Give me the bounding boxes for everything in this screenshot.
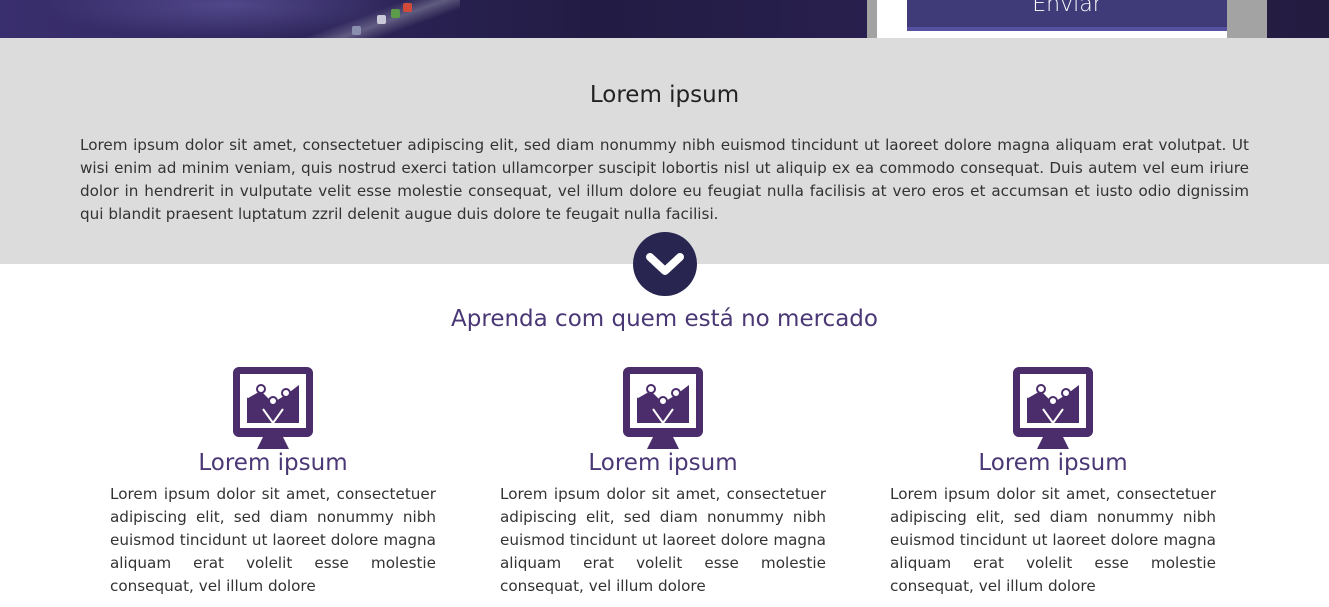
dock-icon (391, 9, 400, 18)
monitor-chart-icon (623, 367, 703, 449)
feature-title: Lorem ipsum (198, 450, 348, 476)
feature-title: Lorem ipsum (978, 450, 1128, 476)
monitor-chart-icon (233, 367, 313, 449)
chevron-down-icon (646, 253, 684, 275)
monitor-chart-icon (1013, 367, 1093, 449)
intro-section: Lorem ipsum Lorem ipsum dolor sit amet, … (0, 38, 1329, 264)
dock-icon (352, 26, 361, 35)
dock-icon (403, 3, 412, 12)
feature-text: Lorem ipsum dolor sit amet, consectetuer… (890, 485, 1216, 595)
dock-icon (377, 15, 386, 24)
feature-text: Lorem ipsum dolor sit amet, consectetuer… (500, 485, 826, 595)
scroll-down-button[interactable] (633, 232, 697, 296)
intro-text: Lorem ipsum dolor sit amet, consectetuer… (80, 136, 1249, 223)
feature-text: Lorem ipsum dolor sit amet, consectetuer… (110, 485, 436, 595)
feature-title: Lorem ipsum (588, 450, 738, 476)
intro-title: Lorem ipsum (589, 82, 740, 108)
section-title: Aprenda com quem está no mercado (451, 306, 878, 332)
send-button[interactable]: Enviar (907, 0, 1227, 31)
